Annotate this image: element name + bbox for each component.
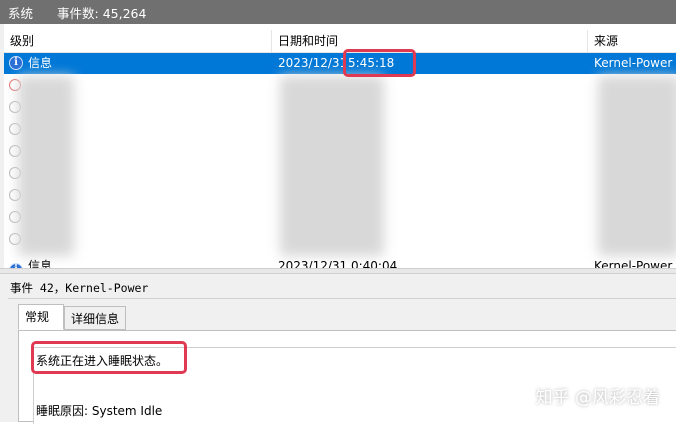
list-header: 级别 日期和时间 来源 xyxy=(4,30,676,53)
tab-general[interactable]: 常规 xyxy=(18,304,64,330)
row-datetime: 2023/12/31 0:40:04 xyxy=(278,259,398,268)
message-highlight-box xyxy=(31,341,187,374)
divider xyxy=(8,298,676,299)
log-titlebar: 系统 事件数: 45,264 xyxy=(0,0,676,24)
redacted-level-column xyxy=(18,76,74,256)
sleep-reason: 睡眠原因: System Idle xyxy=(36,404,163,418)
event-row-selected[interactable]: i 信息 2023/12/31 5:45:18 Kernel-Power xyxy=(4,53,676,74)
row-source: Kernel-Power xyxy=(594,259,673,268)
column-header-level[interactable]: 级别 xyxy=(4,30,272,52)
time-highlight-box xyxy=(343,49,416,77)
watermark: 知乎 @风彩忍着 xyxy=(535,388,660,408)
redacted-source-column xyxy=(598,76,676,256)
event-header: 事件 42，Kernel-Power xyxy=(10,281,149,295)
info-icon: i xyxy=(9,56,23,70)
redacted-datetime-column xyxy=(280,76,384,256)
column-header-source[interactable]: 来源 xyxy=(588,30,676,52)
row-date: 2023/12/31 xyxy=(278,56,348,70)
row-source: Kernel-Power xyxy=(594,56,673,70)
event-count: 事件数: 45,264 xyxy=(57,5,147,21)
tab-details[interactable]: 详细信息 xyxy=(64,306,126,330)
table-row-partial[interactable]: i 信息 2023/12/31 0:40:04 Kernel-Power xyxy=(4,259,676,268)
event-list[interactable]: 级别 日期和时间 来源 i 信息 2023/12/31 5:45:18 Kern… xyxy=(0,24,676,268)
general-tab-content: 系统正在进入睡眠状态。 睡眠原因: System Idle xyxy=(18,330,676,424)
row-level: 信息 xyxy=(28,56,53,70)
column-header-datetime[interactable]: 日期和时间 xyxy=(272,30,588,52)
event-detail-pane: 事件 42，Kernel-Power 常规 详细信息 系统正在进入睡眠状态。 睡… xyxy=(0,274,676,424)
log-name: 系统 xyxy=(8,5,34,21)
row-level: 信息 xyxy=(28,259,53,268)
